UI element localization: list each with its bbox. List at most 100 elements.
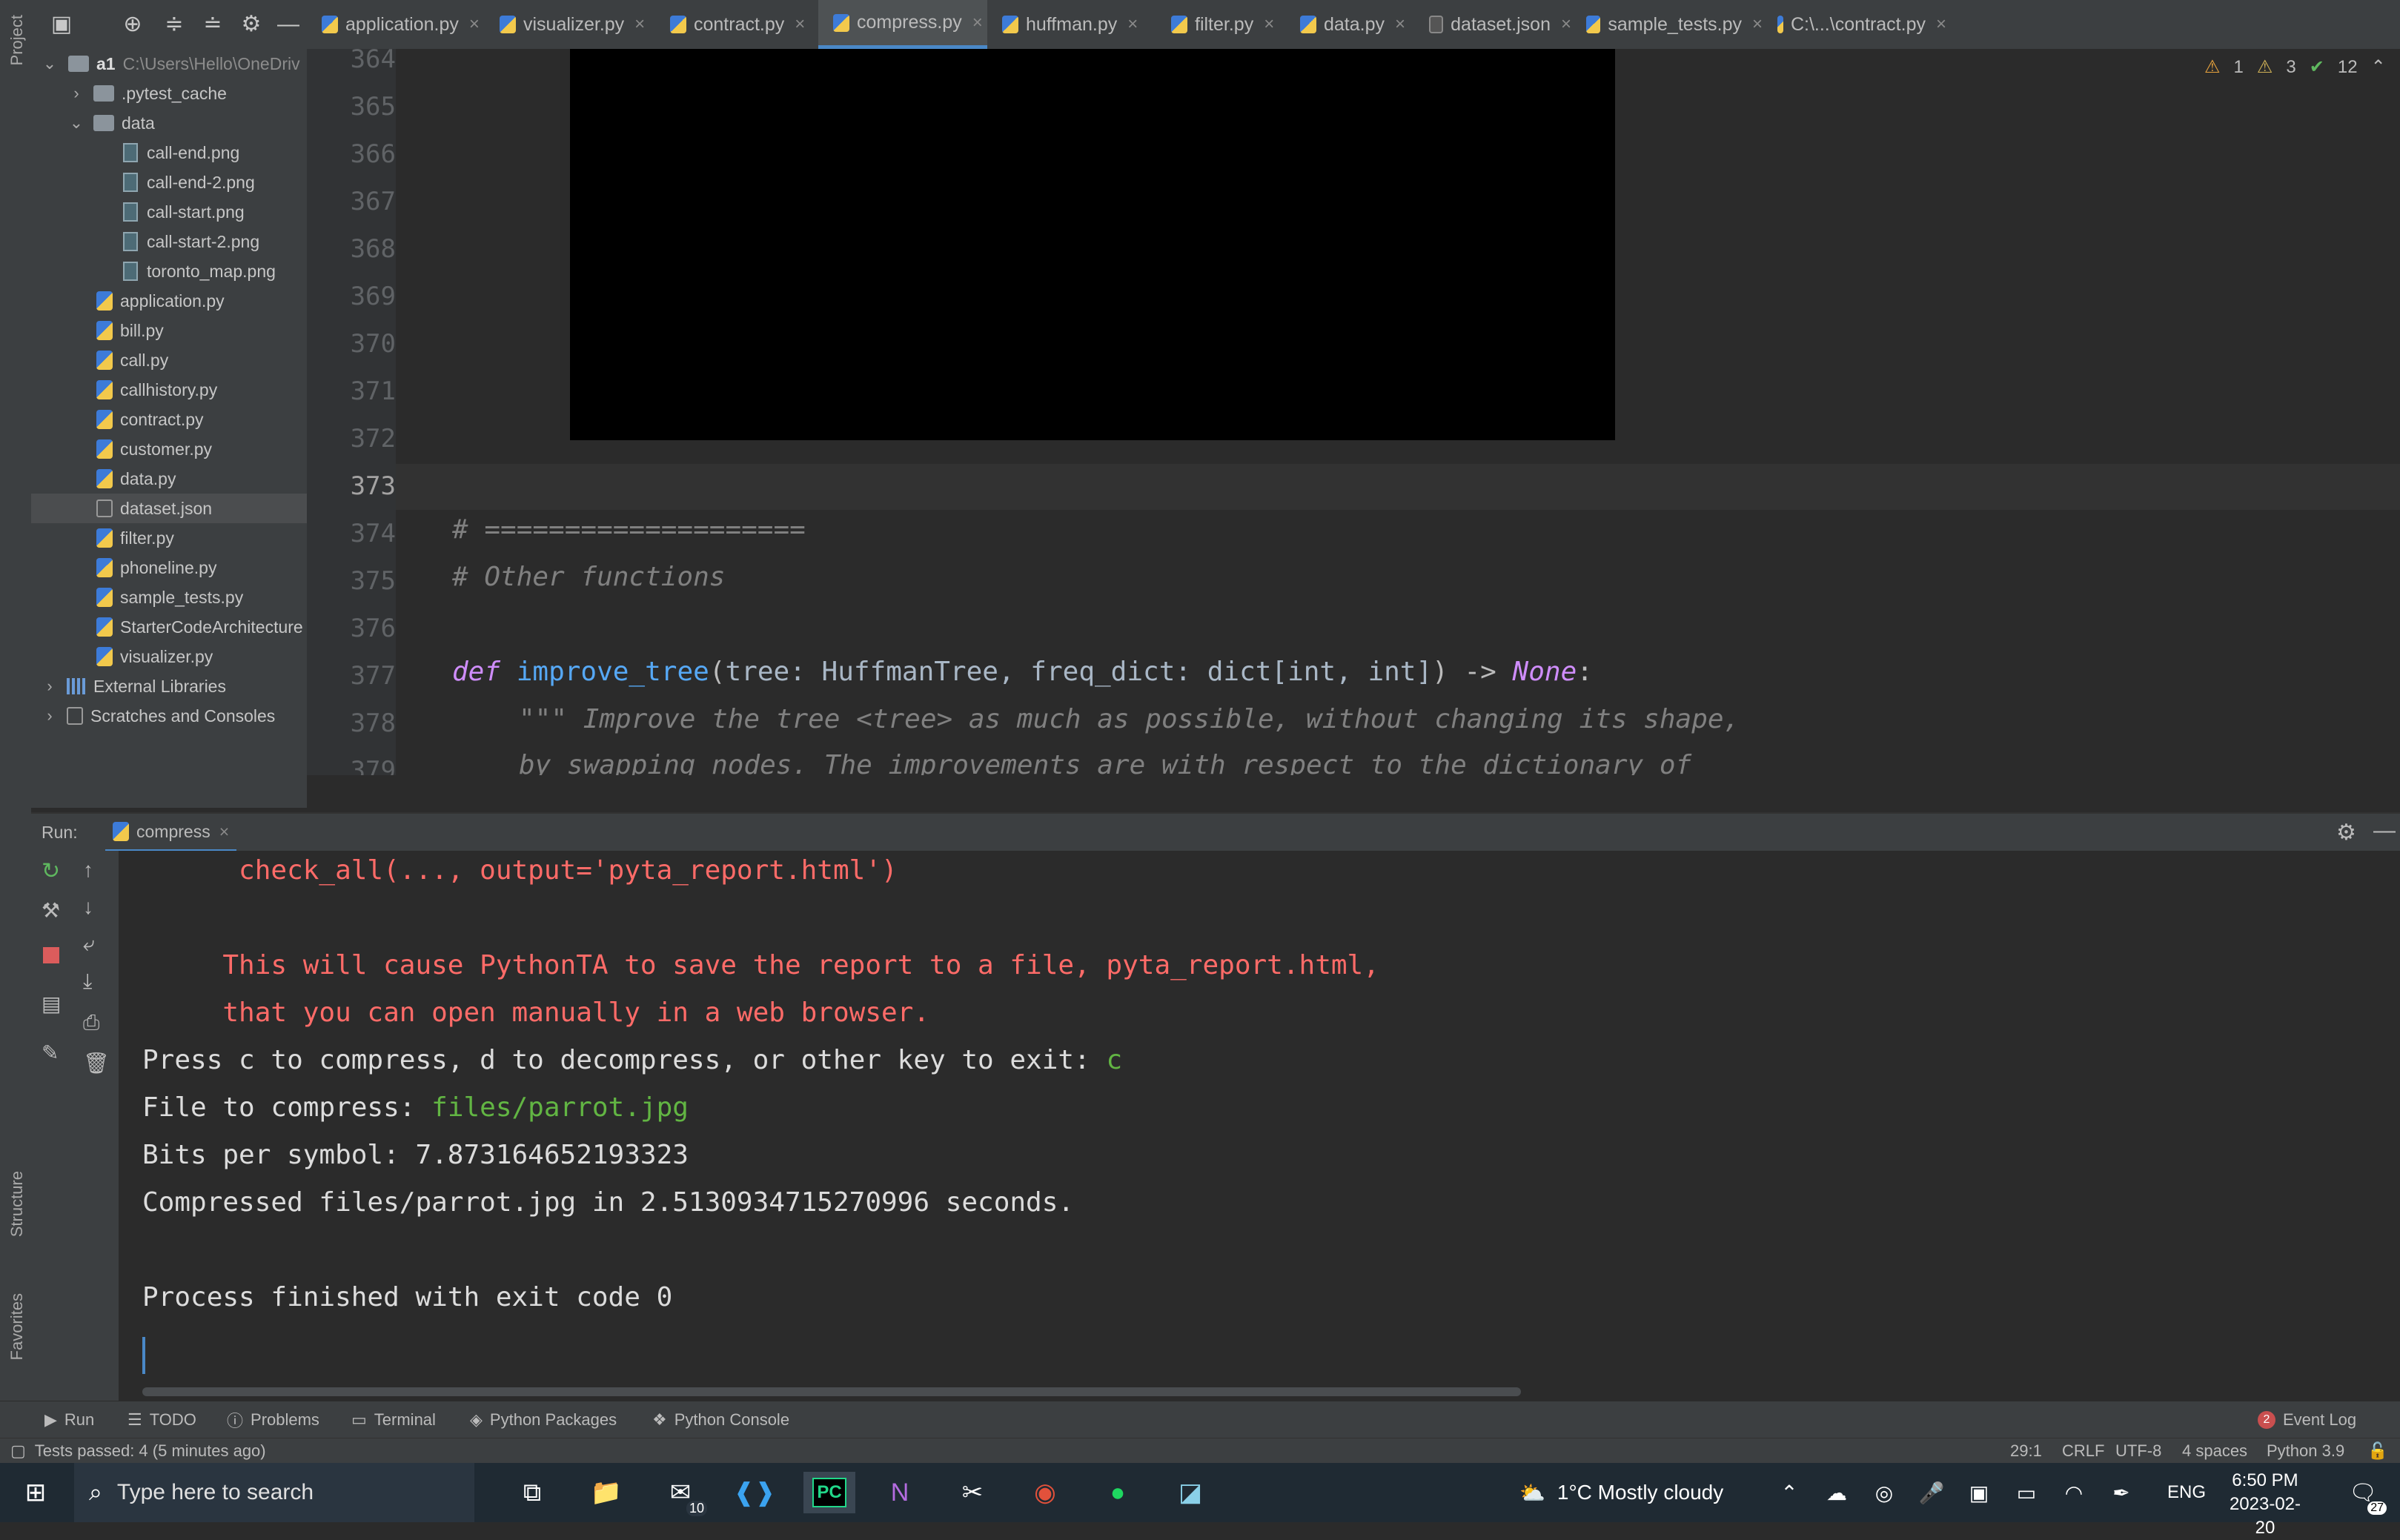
microphone-icon[interactable]: 🎤	[1911, 1472, 1952, 1513]
locate-icon[interactable]: ⊕	[120, 12, 145, 37]
wrench-icon[interactable]: ⚒	[42, 898, 60, 923]
inspection-widget[interactable]: ⚠1 ⚠3 ✔12 ⌃ ⌄	[2204, 56, 2400, 78]
console-horizontal-scrollbar[interactable]	[142, 1387, 1521, 1396]
tree-root[interactable]: ⌄ a1 C:\Users\Hello\OneDriv	[42, 49, 300, 79]
project-view-icon[interactable]: ▣	[49, 12, 74, 37]
scroll-to-end-icon[interactable]: ⤓	[83, 969, 92, 994]
run-console[interactable]: check_all(..., output='pyta_report.html'…	[119, 851, 2400, 1401]
windows-start-icon[interactable]: ⊞	[15, 1472, 56, 1513]
hide-icon[interactable]: —	[2373, 818, 2396, 843]
caret-position[interactable]: 29:1	[2010, 1438, 2042, 1464]
todo-tool-tab[interactable]: ☰ TODO	[127, 1401, 196, 1438]
tab-c-contract-py[interactable]: C:\...\contract.py ×	[1763, 0, 1946, 49]
close-icon[interactable]: ×	[634, 14, 645, 35]
tree-item[interactable]: › Scratches and Consoles	[31, 701, 275, 731]
pin-icon[interactable]: ✎	[42, 1041, 59, 1065]
vscode-icon[interactable]: ❰❱	[734, 1472, 776, 1513]
file-explorer-icon[interactable]: 📁	[586, 1472, 627, 1513]
tree-item[interactable]: visualizer.py	[31, 642, 213, 671]
tree-item[interactable]: call-start.png	[31, 197, 245, 227]
onedrive-icon[interactable]: ☁	[1816, 1472, 1857, 1513]
pen-icon[interactable]: ✒	[2101, 1472, 2142, 1513]
python-console-tool-tab[interactable]: ❖ Python Console	[652, 1401, 789, 1438]
chevron-up-icon[interactable]: ⌃	[2371, 56, 2386, 78]
tab-huffman-py[interactable]: huffman.py ×	[987, 0, 1156, 49]
line-separator[interactable]: CRLF	[2062, 1438, 2104, 1464]
terminal-tool-tab[interactable]: ▭ Terminal	[351, 1401, 436, 1438]
tab-compress-py[interactable]: compress.py ×	[818, 0, 987, 49]
close-icon[interactable]: ×	[1936, 14, 1946, 35]
stop-icon[interactable]	[43, 947, 59, 963]
tab-application-py[interactable]: application.py ×	[307, 0, 485, 49]
battery-icon[interactable]: ▭	[2006, 1472, 2047, 1513]
print-icon[interactable]: ⎙	[83, 1011, 99, 1035]
project-tool-tab[interactable]: Project	[7, 15, 27, 65]
python-interpreter[interactable]: Python 3.9	[2267, 1438, 2344, 1464]
code-editor[interactable]: 364 365 366 367 368 369 370 371 372 373 374 375 376 3…	[307, 49, 2400, 775]
snipping-tool-icon[interactable]: ✂	[952, 1472, 993, 1513]
tree-item[interactable]: call.py	[31, 345, 168, 375]
hide-icon[interactable]: —	[276, 12, 301, 37]
arrow-up-icon[interactable]: ↑	[83, 858, 93, 882]
task-view-icon[interactable]: ⧉	[511, 1472, 553, 1513]
chevron-right-icon[interactable]: ›	[68, 84, 84, 103]
expand-all-icon[interactable]: ≑	[162, 12, 187, 37]
onenote-icon[interactable]: N	[879, 1472, 921, 1513]
event-log-tool-tab[interactable]: 2 Event Log	[2258, 1401, 2356, 1438]
tree-item[interactable]: customer.py	[31, 434, 212, 464]
tab-contract-py[interactable]: contract.py ×	[655, 0, 818, 49]
close-icon[interactable]: ×	[1752, 14, 1763, 35]
status-tests[interactable]: ▢ Tests passed: 4 (5 minutes ago)	[10, 1438, 266, 1464]
close-icon[interactable]: ×	[972, 13, 983, 33]
wifi-icon[interactable]: ◠	[2053, 1472, 2095, 1513]
tree-item[interactable]: › .pytest_cache	[31, 79, 227, 108]
spotify-icon[interactable]: ●	[1097, 1472, 1138, 1513]
gear-icon[interactable]: ⚙	[2336, 820, 2356, 846]
tab-sample-tests-py[interactable]: sample_tests.py ×	[1571, 0, 1763, 49]
clock[interactable]: 6:50 PM 2023-02-20	[2221, 1469, 2310, 1540]
taskbar-search[interactable]: ⌕ Type here to search	[74, 1463, 474, 1522]
tab-filter-py[interactable]: filter.py ×	[1156, 0, 1285, 49]
close-icon[interactable]: ×	[1395, 14, 1405, 35]
language-indicator[interactable]: ENG	[2167, 1463, 2206, 1522]
mail-icon[interactable]: ✉ 10	[660, 1472, 707, 1516]
tree-item[interactable]: call-end-2.png	[31, 167, 255, 197]
close-icon[interactable]: ×	[1127, 14, 1138, 35]
structure-tool-tab[interactable]: Structure	[7, 1171, 27, 1237]
chrome-icon[interactable]: ◉	[1024, 1472, 1066, 1513]
tree-item[interactable]: phoneline.py	[31, 553, 216, 583]
tree-item[interactable]: toronto_map.png	[31, 256, 276, 286]
tree-item[interactable]: StarterCodeArchitecture	[31, 612, 303, 642]
tree-item[interactable]: bill.py	[31, 316, 164, 345]
chevron-down-icon[interactable]: ⌄	[42, 54, 58, 73]
close-icon[interactable]: ×	[1561, 14, 1571, 35]
tree-item[interactable]: › External Libraries	[31, 671, 226, 701]
run-tool-tab[interactable]: ▶ Run	[44, 1401, 94, 1438]
notepad-icon[interactable]: ◪	[1170, 1472, 1211, 1513]
arrow-down-icon[interactable]: ↓	[83, 895, 93, 919]
tree-item[interactable]: filter.py	[31, 523, 174, 553]
tree-item[interactable]: sample_tests.py	[31, 583, 243, 612]
run-tab-compress[interactable]: compress ×	[105, 814, 237, 852]
soft-wrap-icon[interactable]: ⤶	[83, 932, 95, 957]
rerun-icon[interactable]: ↻	[42, 858, 60, 884]
tree-item[interactable]: call-start-2.png	[31, 227, 259, 256]
problems-tool-tab[interactable]: ⓘ Problems	[227, 1401, 319, 1438]
tree-item[interactable]: call-end.png	[31, 138, 239, 167]
collapse-all-icon[interactable]: ≐	[200, 12, 225, 37]
notification-icon[interactable]: 🗨 27	[2342, 1472, 2387, 1515]
gear-icon[interactable]: ⚙	[239, 12, 264, 37]
chevron-right-icon[interactable]: ›	[42, 706, 58, 726]
tab-data-py[interactable]: data.py ×	[1285, 0, 1414, 49]
tree-item[interactable]: callhistory.py	[31, 375, 217, 405]
tab-dataset-json[interactable]: dataset.json ×	[1414, 0, 1571, 49]
tree-item[interactable]: ⌄ data	[31, 108, 155, 138]
tree-item[interactable]: data.py	[31, 464, 176, 494]
close-icon[interactable]: ×	[469, 14, 480, 35]
tree-item[interactable]: dataset.json	[31, 494, 307, 523]
python-packages-tool-tab[interactable]: ◈ Python Packages	[470, 1401, 617, 1438]
tree-item[interactable]: application.py	[31, 286, 225, 316]
file-encoding[interactable]: UTF-8	[2115, 1438, 2161, 1464]
chevron-right-icon[interactable]: ›	[42, 677, 58, 696]
lock-icon[interactable]: 🔓	[2367, 1438, 2387, 1464]
